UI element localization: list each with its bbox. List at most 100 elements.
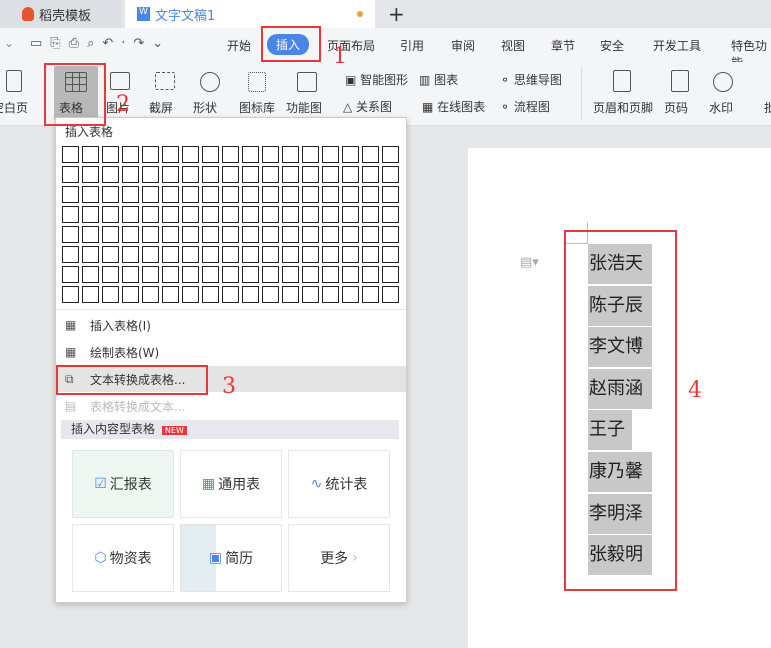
tab-docer[interactable]: 稻壳模板 [0, 0, 122, 28]
card-resume[interactable]: ▣ 简历 [180, 524, 282, 592]
grid-cell[interactable] [342, 206, 359, 223]
grid-cell[interactable] [222, 246, 239, 263]
grid-cell[interactable] [142, 166, 159, 183]
grid-cell[interactable] [342, 146, 359, 163]
grid-cell[interactable] [122, 266, 139, 283]
grid-cell[interactable] [62, 186, 79, 203]
grid-cell[interactable] [102, 266, 119, 283]
chart-button[interactable]: ▥ 图表 [419, 71, 458, 88]
grid-cell[interactable] [362, 246, 379, 263]
more-ribbon-button[interactable]: 批 [764, 99, 771, 116]
watermark-button[interactable]: 水印 [709, 99, 733, 116]
grid-cell[interactable] [382, 186, 399, 203]
grid-cell[interactable] [222, 226, 239, 243]
card-materials[interactable]: ⬡ 物资表 [72, 524, 174, 592]
grid-cell[interactable] [282, 186, 299, 203]
grid-cell[interactable] [282, 266, 299, 283]
screenshot-button[interactable]: 截屏 [149, 99, 173, 116]
grid-cell[interactable] [122, 186, 139, 203]
grid-cell[interactable] [182, 266, 199, 283]
grid-cell[interactable] [162, 246, 179, 263]
grid-cell[interactable] [282, 146, 299, 163]
grid-cell[interactable] [322, 286, 339, 303]
grid-cell[interactable] [202, 166, 219, 183]
grid-cell[interactable] [222, 146, 239, 163]
card-more[interactable]: 更多 › [288, 524, 390, 592]
grid-cell[interactable] [342, 166, 359, 183]
grid-cell[interactable] [182, 146, 199, 163]
grid-cell[interactable] [262, 206, 279, 223]
grid-cell[interactable] [282, 166, 299, 183]
grid-cell[interactable] [382, 146, 399, 163]
tab-reference[interactable]: 引用 [400, 37, 424, 54]
grid-cell[interactable] [262, 226, 279, 243]
grid-cell[interactable] [222, 286, 239, 303]
grid-cell[interactable] [82, 246, 99, 263]
grid-cell[interactable] [182, 226, 199, 243]
blank-page-button[interactable]: 空白页 [0, 99, 28, 116]
chevron-down-icon[interactable]: ⌄ [4, 36, 14, 50]
card-report[interactable]: ☑ 汇报表 [72, 450, 174, 518]
grid-cell[interactable] [182, 246, 199, 263]
grid-cell[interactable] [262, 166, 279, 183]
grid-cell[interactable] [382, 246, 399, 263]
tab-developer[interactable]: 开发工具 [653, 37, 701, 54]
grid-cell[interactable] [82, 166, 99, 183]
function-chart-button[interactable]: 功能图 [286, 99, 322, 116]
grid-cell[interactable] [202, 186, 219, 203]
grid-cell[interactable] [122, 166, 139, 183]
grid-cell[interactable] [102, 246, 119, 263]
grid-cell[interactable] [222, 266, 239, 283]
grid-cell[interactable] [282, 246, 299, 263]
grid-cell[interactable] [62, 166, 79, 183]
grid-cell[interactable] [202, 226, 219, 243]
grid-cell[interactable] [162, 226, 179, 243]
grid-cell[interactable] [122, 146, 139, 163]
grid-cell[interactable] [242, 166, 259, 183]
grid-cell[interactable] [102, 166, 119, 183]
grid-cell[interactable] [122, 226, 139, 243]
paragraph-handle-icon[interactable]: ▤▾ [520, 255, 539, 270]
grid-cell[interactable] [102, 286, 119, 303]
grid-cell[interactable] [82, 266, 99, 283]
grid-cell[interactable] [242, 186, 259, 203]
grid-cell[interactable] [142, 226, 159, 243]
grid-cell[interactable] [142, 206, 159, 223]
grid-cell[interactable] [362, 266, 379, 283]
grid-cell[interactable] [202, 266, 219, 283]
tab-start[interactable]: 开始 [227, 37, 251, 54]
grid-cell[interactable] [142, 246, 159, 263]
grid-cell[interactable] [162, 186, 179, 203]
grid-cell[interactable] [102, 206, 119, 223]
grid-cell[interactable] [282, 206, 299, 223]
grid-cell[interactable] [62, 246, 79, 263]
tab-view[interactable]: 视图 [501, 37, 525, 54]
mind-map-button[interactable]: ⚬ 思维导图 [500, 71, 562, 88]
grid-cell[interactable] [62, 226, 79, 243]
card-statistics[interactable]: ∿ 统计表 [288, 450, 390, 518]
grid-cell[interactable] [242, 246, 259, 263]
grid-cell[interactable] [82, 226, 99, 243]
grid-cell[interactable] [342, 286, 359, 303]
grid-cell[interactable] [342, 266, 359, 283]
grid-cell[interactable] [202, 286, 219, 303]
menu-item-draw-table[interactable]: ▦ 绘制表格(W) [56, 339, 406, 365]
grid-cell[interactable] [342, 226, 359, 243]
grid-cell[interactable] [322, 186, 339, 203]
grid-cell[interactable] [222, 166, 239, 183]
grid-cell[interactable] [222, 206, 239, 223]
grid-cell[interactable] [382, 206, 399, 223]
grid-cell[interactable] [322, 206, 339, 223]
grid-cell[interactable] [162, 206, 179, 223]
grid-cell[interactable] [142, 286, 159, 303]
grid-cell[interactable] [182, 286, 199, 303]
grid-cell[interactable] [162, 166, 179, 183]
grid-cell[interactable] [82, 186, 99, 203]
grid-cell[interactable] [202, 206, 219, 223]
shape-button[interactable]: 形状 [193, 99, 217, 116]
table-size-grid[interactable] [62, 146, 402, 306]
grid-cell[interactable] [62, 286, 79, 303]
grid-cell[interactable] [62, 146, 79, 163]
grid-cell[interactable] [262, 186, 279, 203]
grid-cell[interactable] [282, 286, 299, 303]
